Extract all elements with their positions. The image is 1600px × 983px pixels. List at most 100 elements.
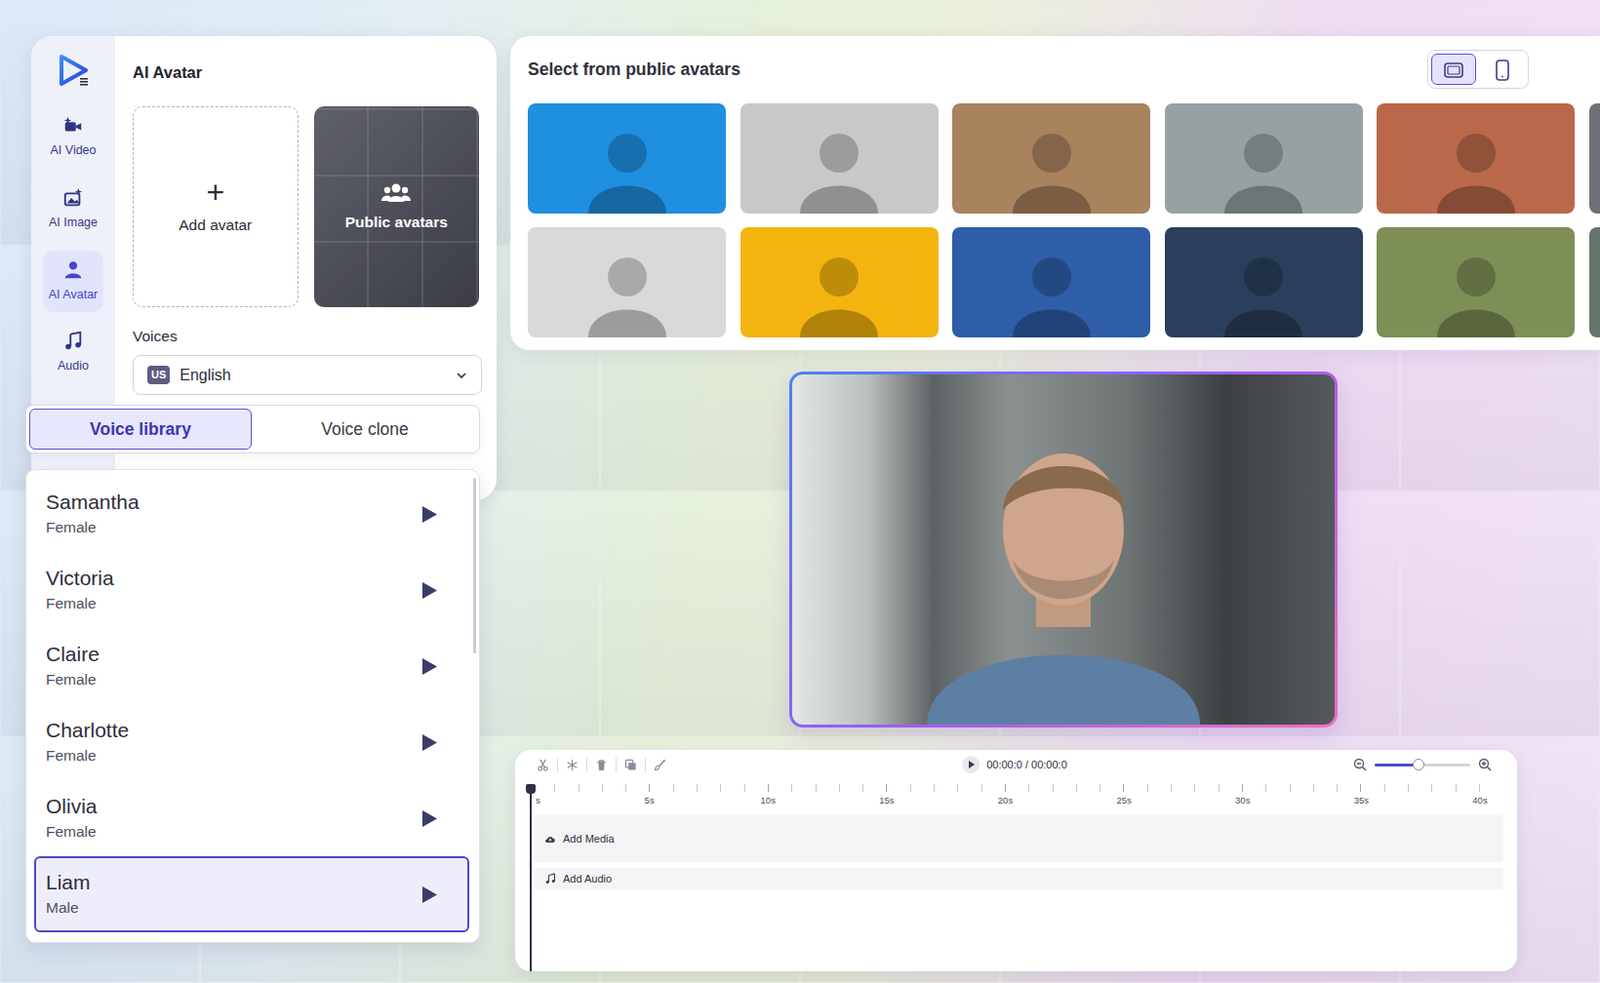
delete-icon[interactable] (595, 759, 608, 772)
timeline-toolbar: 00:00:0 / 00:00:0 (515, 752, 1518, 778)
driver-silhouette-icon (887, 422, 1240, 725)
sidebar-item[interactable]: AI Image (42, 178, 104, 241)
play-icon[interactable] (421, 502, 439, 526)
zoom-handle[interactable] (1412, 759, 1425, 771)
canvas: AI VideoAI ImageAI AvatarAudio AI Avatar… (0, 0, 1600, 983)
sidebar-item[interactable]: AI Avatar (42, 250, 104, 314)
avatar-thumbnail[interactable] (952, 103, 1151, 214)
ruler-tick (767, 784, 792, 793)
view-mode-button[interactable] (1431, 53, 1477, 85)
avatar-thumbnail[interactable] (527, 103, 726, 214)
ruler-tick (815, 784, 840, 793)
gallery-header: Select from public avatars (527, 49, 1600, 89)
voice-row[interactable]: SamanthaFemale (34, 476, 470, 553)
brush-icon[interactable] (653, 759, 667, 772)
ruler-tick (1313, 784, 1337, 793)
voice-info: ClaireFemale (45, 641, 100, 691)
landscape-icon (1442, 57, 1465, 81)
audio-track[interactable]: Add Audio (534, 868, 1504, 890)
voice-row[interactable]: ClaireFemale (34, 628, 470, 705)
person-silhouette-icon (1209, 240, 1318, 338)
avatar-thumbnail[interactable] (952, 227, 1151, 338)
tool-separator (644, 758, 646, 773)
avatar-thumbnail[interactable] (1589, 103, 1600, 214)
avatar-thumbnail[interactable] (740, 103, 939, 214)
add-avatar-button[interactable]: +Add avatar (132, 106, 299, 308)
scrollbar[interactable] (473, 478, 477, 654)
sidebar-label: Audio (57, 357, 89, 376)
ruler-label: 40s (1472, 794, 1487, 808)
voice-info: OliviaFemale (45, 794, 98, 843)
tool-separator (557, 758, 559, 773)
time-readout: 00:00:0 / 00:00:0 (986, 757, 1068, 774)
avatar-thumbnail[interactable] (740, 227, 939, 338)
language-select[interactable]: USEnglish (132, 355, 482, 396)
view-mode-button[interactable] (1480, 53, 1525, 85)
timeline: 00:00:0 / 00:00:0s5s10s15s20s25s30s35s40… (515, 750, 1518, 972)
track-label: Add Audio (562, 871, 612, 888)
ruler-tick (1431, 784, 1455, 793)
avatar-thumbnail[interactable] (527, 227, 726, 338)
voice-gender: Female (45, 516, 140, 539)
play-icon[interactable] (960, 755, 981, 775)
edit-tools (536, 758, 961, 773)
ruler-tick (625, 784, 649, 793)
voice-row[interactable]: CharlotteFemale (34, 704, 470, 781)
ruler-tick (1052, 784, 1077, 793)
ruler-tick (696, 784, 720, 793)
avatar-grid (527, 103, 1600, 338)
freeze-icon[interactable] (565, 759, 579, 772)
play-icon[interactable] (421, 654, 439, 679)
play-icon[interactable] (421, 882, 439, 907)
voice-row[interactable]: OliviaFemale (34, 780, 470, 857)
sidebar-item[interactable]: Audio (42, 321, 104, 385)
voice-name: Charlotte (45, 718, 129, 743)
zoom-out-icon[interactable] (1353, 758, 1367, 772)
voice-name: Claire (45, 641, 100, 667)
timeline-tracks: Add Media Add Audio (515, 807, 1518, 890)
ruler-ticks (530, 784, 1480, 793)
person-silhouette-icon (785, 240, 893, 338)
time-ruler[interactable]: s5s10s15s20s25s30s35s40s (530, 784, 1480, 808)
avatar-thumbnail[interactable] (1164, 227, 1363, 338)
zoom-control (1067, 758, 1492, 772)
zoom-in-icon[interactable] (1478, 758, 1492, 772)
voice-tabs: Voice libraryVoice clone (25, 404, 480, 454)
person-silhouette-icon (1209, 116, 1318, 214)
voice-tab[interactable]: Voice clone (253, 408, 477, 450)
split-icon[interactable] (536, 759, 550, 772)
voice-row[interactable]: VictoriaFemale (34, 552, 470, 629)
ruler-tick (720, 784, 744, 793)
play-icon[interactable] (421, 578, 439, 602)
avatar-thumbnail[interactable] (1376, 227, 1575, 338)
voice-row[interactable]: LiamMale (34, 856, 470, 933)
voice-name: Samantha (45, 489, 140, 515)
media-track[interactable]: Add Media (534, 815, 1504, 863)
ruler-tick (648, 784, 673, 793)
voice-tab[interactable]: Voice library (29, 408, 252, 450)
playhead[interactable] (529, 784, 532, 972)
voice-gender: Female (45, 592, 115, 615)
person-icon (62, 259, 84, 281)
play-icon[interactable] (421, 806, 439, 831)
play-icon[interactable] (421, 730, 439, 755)
ruler-tick (1170, 784, 1195, 793)
ruler-label: s (535, 794, 541, 808)
public-avatars-button[interactable]: Public avatars (314, 106, 480, 308)
ruler-label: 30s (1235, 794, 1250, 808)
voice-gender: Female (45, 820, 98, 843)
person-silhouette-icon (1422, 116, 1530, 214)
gallery-title: Select from public avatars (527, 56, 741, 82)
avatar-thumbnail[interactable] (1376, 103, 1575, 214)
person-silhouette-icon (998, 116, 1106, 214)
background-tile (600, 491, 800, 738)
upload-cloud-icon (544, 833, 557, 845)
zoom-slider[interactable] (1374, 763, 1471, 767)
duplicate-icon[interactable] (624, 759, 638, 772)
flag-badge: US (147, 365, 170, 384)
avatar-thumbnail[interactable] (1164, 103, 1363, 214)
avatar-thumbnail[interactable] (1589, 227, 1600, 338)
avatar-row (527, 103, 1600, 214)
ruler-label: 15s (879, 794, 894, 808)
sidebar-item[interactable]: AI Video (42, 106, 104, 169)
